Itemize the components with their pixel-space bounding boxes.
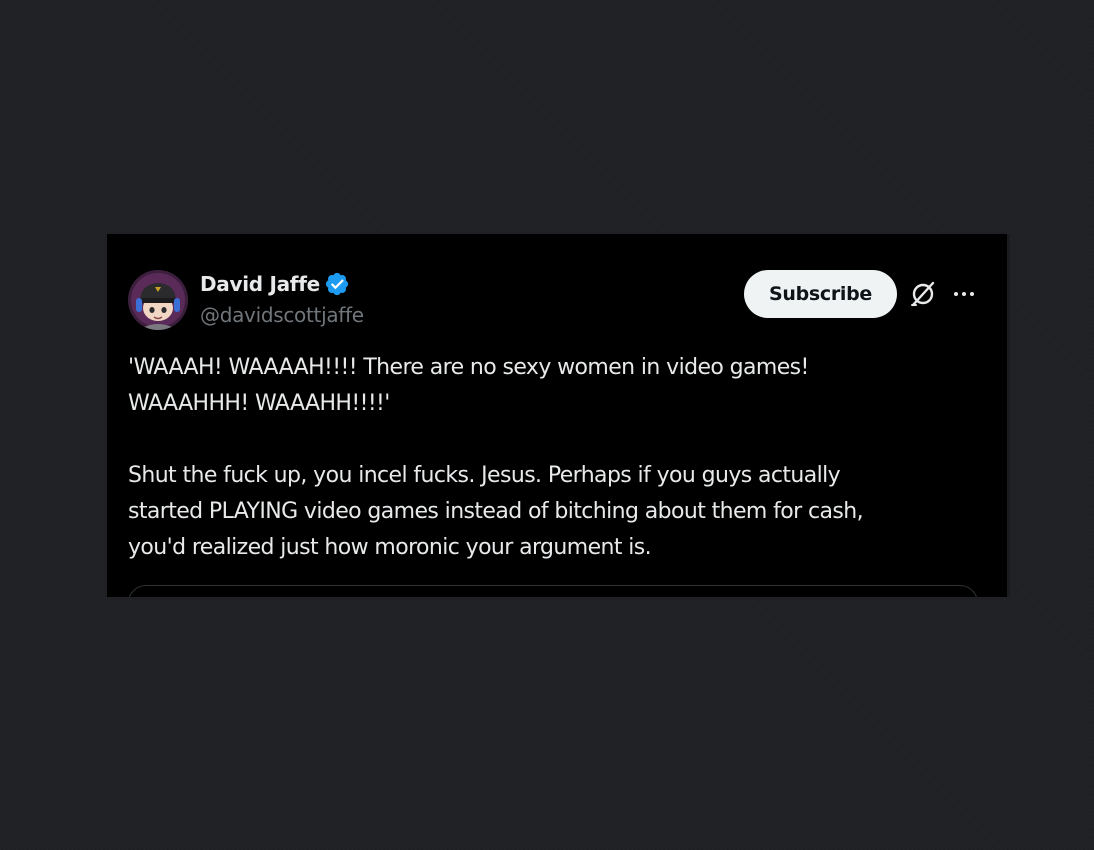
tweet-text-line: WAAAHHH! WAAAHH!!!!' — [128, 391, 390, 416]
card-edge-divider — [1007, 234, 1010, 597]
verified-badge-icon — [324, 271, 350, 297]
more-options-icon[interactable] — [950, 280, 978, 308]
tweet-card: David Jaffe @davidscottjaffe Subscribe '… — [107, 234, 1010, 597]
tweet-text-line: Shut the fuck up, you incel fucks. Jesus… — [128, 463, 841, 488]
author-name-row[interactable]: David Jaffe — [200, 271, 350, 297]
author-display-name[interactable]: David Jaffe — [200, 271, 320, 297]
avatar-image — [128, 270, 188, 330]
tweet-text-line: 'WAAAH! WAAAAH!!!! There are no sexy wom… — [128, 355, 809, 380]
author-avatar[interactable] — [128, 270, 188, 330]
author-handle[interactable]: @davidscottjaffe — [200, 302, 364, 328]
grok-icon[interactable] — [908, 279, 938, 309]
quoted-tweet-card[interactable] — [128, 585, 978, 597]
subscribe-button[interactable]: Subscribe — [744, 270, 897, 318]
tweet-text-line: you'd realized just how moronic your arg… — [128, 535, 652, 560]
tweet-text: 'WAAAH! WAAAAH!!!! There are no sexy wom… — [128, 350, 978, 566]
tweet-text-line: started PLAYING video games instead of b… — [128, 499, 864, 524]
